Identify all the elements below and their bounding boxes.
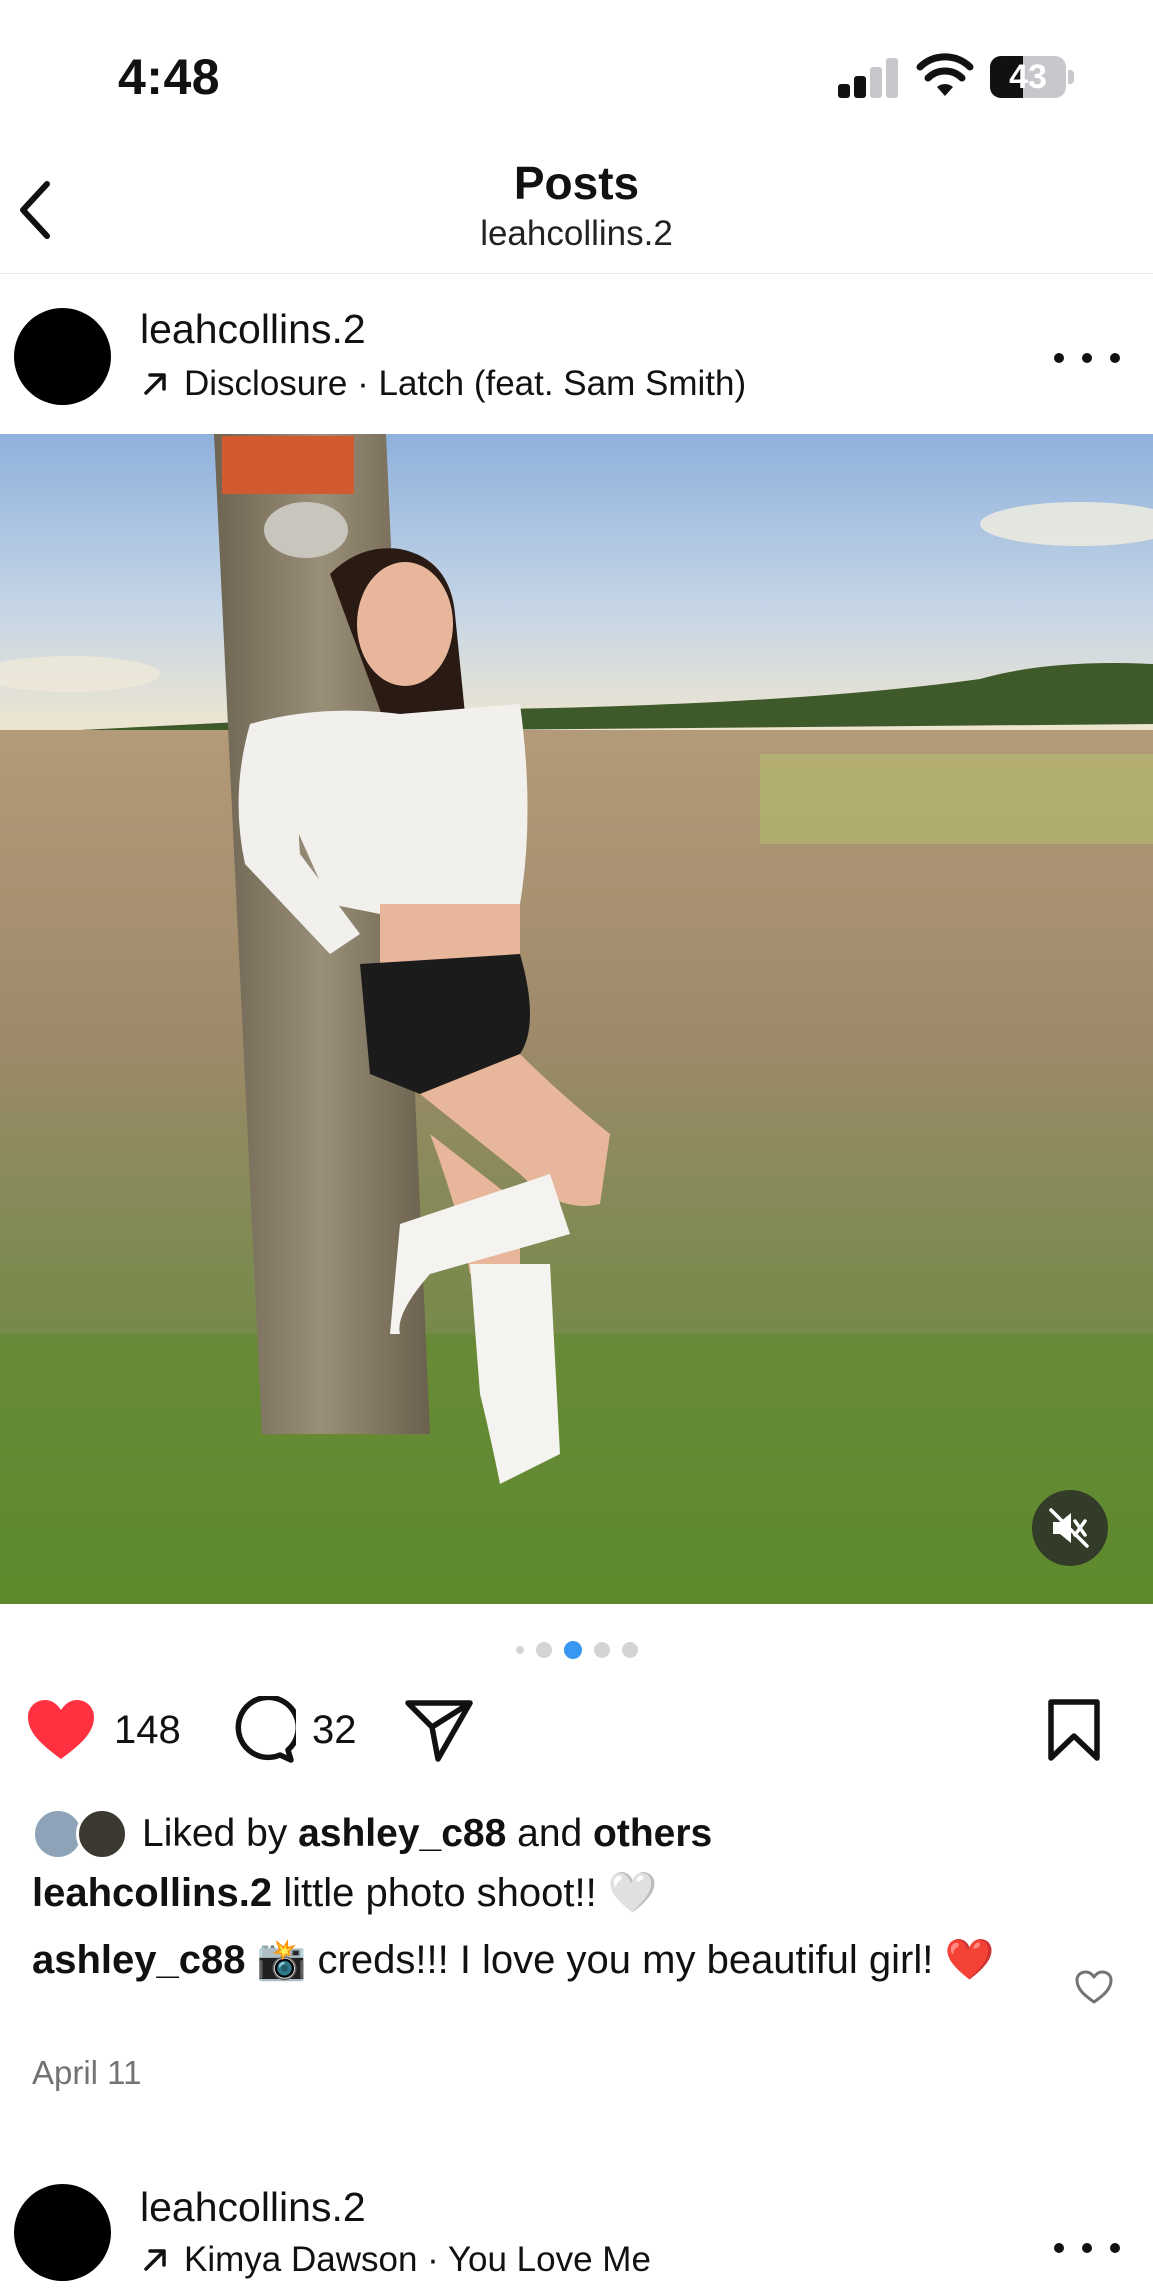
liked-by-and: and [506, 1812, 594, 1855]
page-title: Posts [513, 157, 640, 209]
instagram-posts-screen: 4:48 43 Posts leahcollins.2 leahcollins.… [0, 0, 1153, 2292]
comment-heart-icon[interactable] [1074, 1968, 1114, 2008]
avatar [76, 1808, 128, 1860]
top-comment[interactable]: ashley_c88 📸 creds!!! I love you my beau… [32, 1934, 1042, 1986]
audio-title: Disclosure · Latch (feat. Sam Smith) [184, 364, 747, 403]
status-bar: 4:48 43 [0, 0, 1153, 150]
comment-button[interactable]: 32 [228, 1690, 357, 1770]
post-username[interactable]: leahcollins.2 [140, 2184, 366, 2231]
mute-button[interactable] [1032, 1490, 1108, 1566]
share-button[interactable] [404, 1690, 474, 1770]
cellular-signal-icon [838, 56, 898, 98]
ellipsis-dot [1082, 2243, 1092, 2253]
ellipsis-dot [1110, 353, 1120, 363]
heart-filled-icon [28, 1700, 94, 1759]
like-button[interactable]: 148 [24, 1690, 181, 1770]
comment-count: 32 [312, 1707, 357, 1752]
battery-level-text: 43 [1009, 58, 1047, 96]
liker-avatars [32, 1806, 134, 1862]
audio-link[interactable]: Kimya Dawson · You Love Me [140, 2240, 651, 2280]
ellipsis-dot [1054, 2243, 1064, 2253]
arrow-up-right-icon [144, 2249, 166, 2271]
carousel-dot [515, 1646, 524, 1654]
ellipsis-dot [1054, 353, 1064, 363]
save-button[interactable] [1040, 1696, 1108, 1764]
comment-bubble-icon [235, 1696, 296, 1763]
post-date: April 11 [32, 2054, 142, 2091]
caption-text: little photo shoot!! 🤍 [272, 1871, 658, 1915]
post-header: leahcollins.2 Disclosure · Latch (feat. … [0, 274, 1153, 434]
wifi-icon [916, 53, 974, 96]
more-options-button[interactable] [1054, 338, 1120, 378]
carousel-dot [593, 1642, 610, 1658]
caption-username[interactable]: leahcollins.2 [32, 1871, 272, 1915]
avatar[interactable] [14, 2184, 111, 2281]
audio-link[interactable]: Disclosure · Latch (feat. Sam Smith) [140, 364, 746, 404]
more-options-button[interactable] [1054, 2228, 1120, 2268]
like-count[interactable]: 148 [114, 1708, 181, 1753]
ellipsis-dot [1082, 353, 1092, 363]
battery-icon: 43 [990, 56, 1074, 98]
status-time: 4:48 [118, 49, 221, 105]
ellipsis-dot [1110, 2243, 1120, 2253]
bookmark-icon [1048, 1699, 1100, 1761]
comment-text: 📸 creds!!! I love you my beautiful girl!… [245, 1938, 995, 1982]
speaker-muted-icon [1049, 1508, 1089, 1548]
liked-by-label: Liked by [142, 1812, 299, 1855]
post-caption: leahcollins.2 little photo shoot!! 🤍 [32, 1866, 1092, 1920]
audio-title: Kimya Dawson · You Love Me [184, 2240, 651, 2279]
avatar[interactable] [14, 308, 111, 405]
page-subtitle: leahcollins.2 [480, 214, 673, 253]
post-photo[interactable] [0, 434, 1153, 1604]
liked-by-user[interactable]: ashley_c88 [298, 1812, 506, 1856]
post-username[interactable]: leahcollins.2 [140, 306, 366, 353]
photo-illustration [0, 434, 1153, 1604]
paper-plane-icon [405, 1700, 473, 1762]
post-action-bar: 148 32 [0, 1690, 1153, 1770]
carousel-dot-active [563, 1641, 582, 1659]
carousel-dot [535, 1642, 552, 1658]
carousel-indicator [0, 1641, 1153, 1659]
comment-username[interactable]: ashley_c88 [32, 1938, 246, 1982]
nav-header: Posts leahcollins.2 [0, 150, 1153, 274]
liked-by-others[interactable]: others [593, 1812, 712, 1856]
arrow-up-right-icon [144, 373, 166, 395]
post-header: leahcollins.2 Kimya Dawson · You Love Me [0, 2152, 1153, 2292]
carousel-dot [621, 1642, 638, 1658]
liked-by-row[interactable]: Liked by ashley_c88 and others [32, 1806, 712, 1862]
